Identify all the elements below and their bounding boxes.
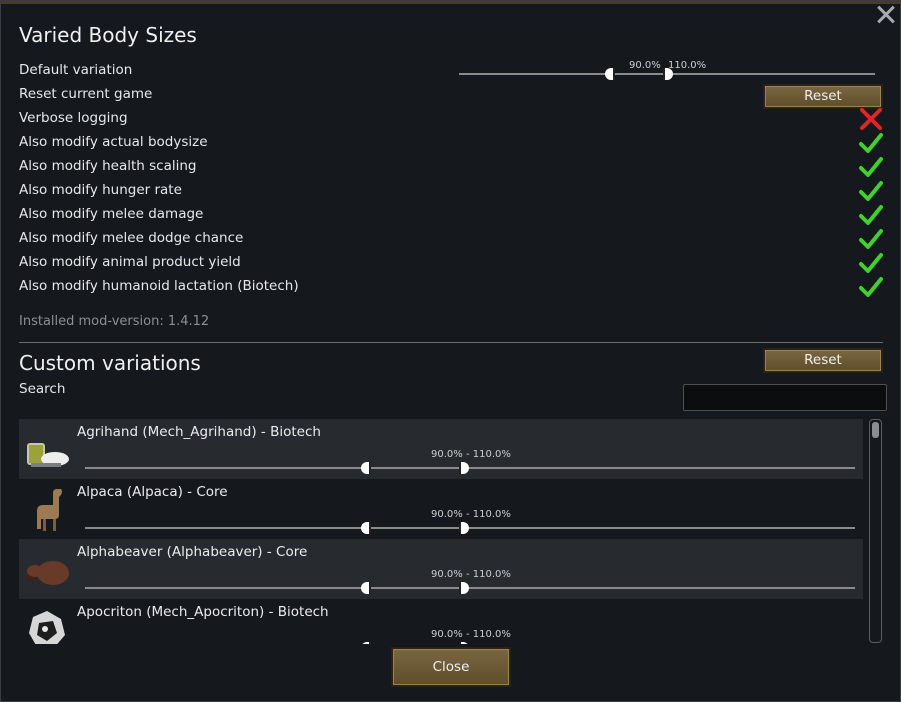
checkmark-icon[interactable] [859, 204, 883, 226]
checkmark-icon[interactable] [859, 228, 883, 250]
default-variation-label: Default variation [19, 62, 133, 78]
range-max-handle[interactable] [459, 642, 469, 644]
mod-version-text: Installed mod-version: 1.4.12 [19, 314, 210, 329]
item-name: Apocriton (Mech_Apocriton) - Biotech [77, 604, 329, 620]
checkmark-icon[interactable] [859, 276, 883, 298]
default-variation-slider[interactable] [459, 68, 875, 80]
reset-custom-button[interactable]: Reset [763, 348, 883, 373]
unchecked-cross-icon[interactable] [859, 108, 883, 130]
item-name: Alpaca (Alpaca) - Core [77, 484, 228, 500]
range-min-handle[interactable] [605, 68, 615, 80]
option-label: Also modify melee dodge chance [19, 230, 244, 246]
range-max-handle[interactable] [459, 582, 469, 594]
search-label: Search [19, 381, 66, 397]
scrollbar-thumb[interactable] [872, 422, 879, 438]
item-range-slider[interactable] [85, 582, 855, 594]
dialog-title: Varied Body Sizes [19, 23, 197, 47]
reset-game-label: Reset current game [19, 86, 153, 102]
option-label: Also modify health scaling [19, 158, 197, 174]
search-input[interactable] [683, 384, 887, 411]
range-min-handle[interactable] [361, 642, 371, 644]
background-strip [1, 1, 901, 4]
item-range-slider[interactable] [85, 522, 855, 534]
checkmark-icon[interactable] [859, 132, 883, 154]
close-button[interactable]: Close [391, 647, 511, 687]
item-range-label: 90.0% - 110.0% [431, 449, 511, 460]
custom-variations-title: Custom variations [19, 351, 201, 375]
range-min-handle[interactable] [361, 582, 371, 594]
default-variation-max-label: 110.0% [668, 60, 707, 71]
item-range-slider[interactable] [85, 462, 855, 474]
alphabeaver-icon [25, 561, 69, 585]
reset-game-button[interactable]: Reset [763, 84, 883, 109]
list-item: Apocriton (Mech_Apocriton) - Biotech 90.… [19, 599, 863, 644]
range-max-handle[interactable] [459, 462, 469, 474]
alpaca-icon [37, 489, 62, 531]
option-label: Also modify hunger rate [19, 182, 182, 198]
checkmark-icon[interactable] [859, 156, 883, 178]
option-label: Also modify humanoid lactation (Biotech) [19, 278, 299, 294]
list-item: Agrihand (Mech_Agrihand) - Biotech 90.0%… [19, 419, 863, 479]
checkmark-icon[interactable] [859, 252, 883, 274]
option-label: Verbose logging [19, 110, 128, 126]
list-scrollbar[interactable] [869, 419, 882, 643]
agrihand-icon [27, 443, 69, 467]
option-label: Also modify melee damage [19, 206, 204, 222]
item-name: Agrihand (Mech_Agrihand) - Biotech [77, 424, 321, 440]
custom-variations-list: Agrihand (Mech_Agrihand) - Biotech 90.0%… [19, 419, 863, 644]
mod-settings-dialog: Varied Body Sizes Default variation 90.0… [0, 0, 901, 702]
item-range-label: 90.0% - 110.0% [431, 509, 511, 520]
option-label: Also modify actual bodysize [19, 134, 208, 150]
item-range-label: 90.0% - 110.0% [431, 629, 511, 640]
item-range-label: 90.0% - 110.0% [431, 569, 511, 580]
apocriton-icon [29, 611, 65, 644]
checkmark-icon[interactable] [859, 180, 883, 202]
section-divider [19, 342, 883, 343]
option-label: Also modify animal product yield [19, 254, 241, 270]
range-min-handle[interactable] [361, 462, 371, 474]
list-item: Alpaca (Alpaca) - Core 90.0% - 110.0% [19, 479, 863, 539]
default-variation-min-label: 90.0% [629, 60, 661, 71]
list-item: Alphabeaver (Alphabeaver) - Core 90.0% -… [19, 539, 863, 599]
range-min-handle[interactable] [361, 522, 371, 534]
item-name: Alphabeaver (Alphabeaver) - Core [77, 544, 308, 560]
range-max-handle[interactable] [459, 522, 469, 534]
close-icon[interactable] [874, 3, 896, 25]
